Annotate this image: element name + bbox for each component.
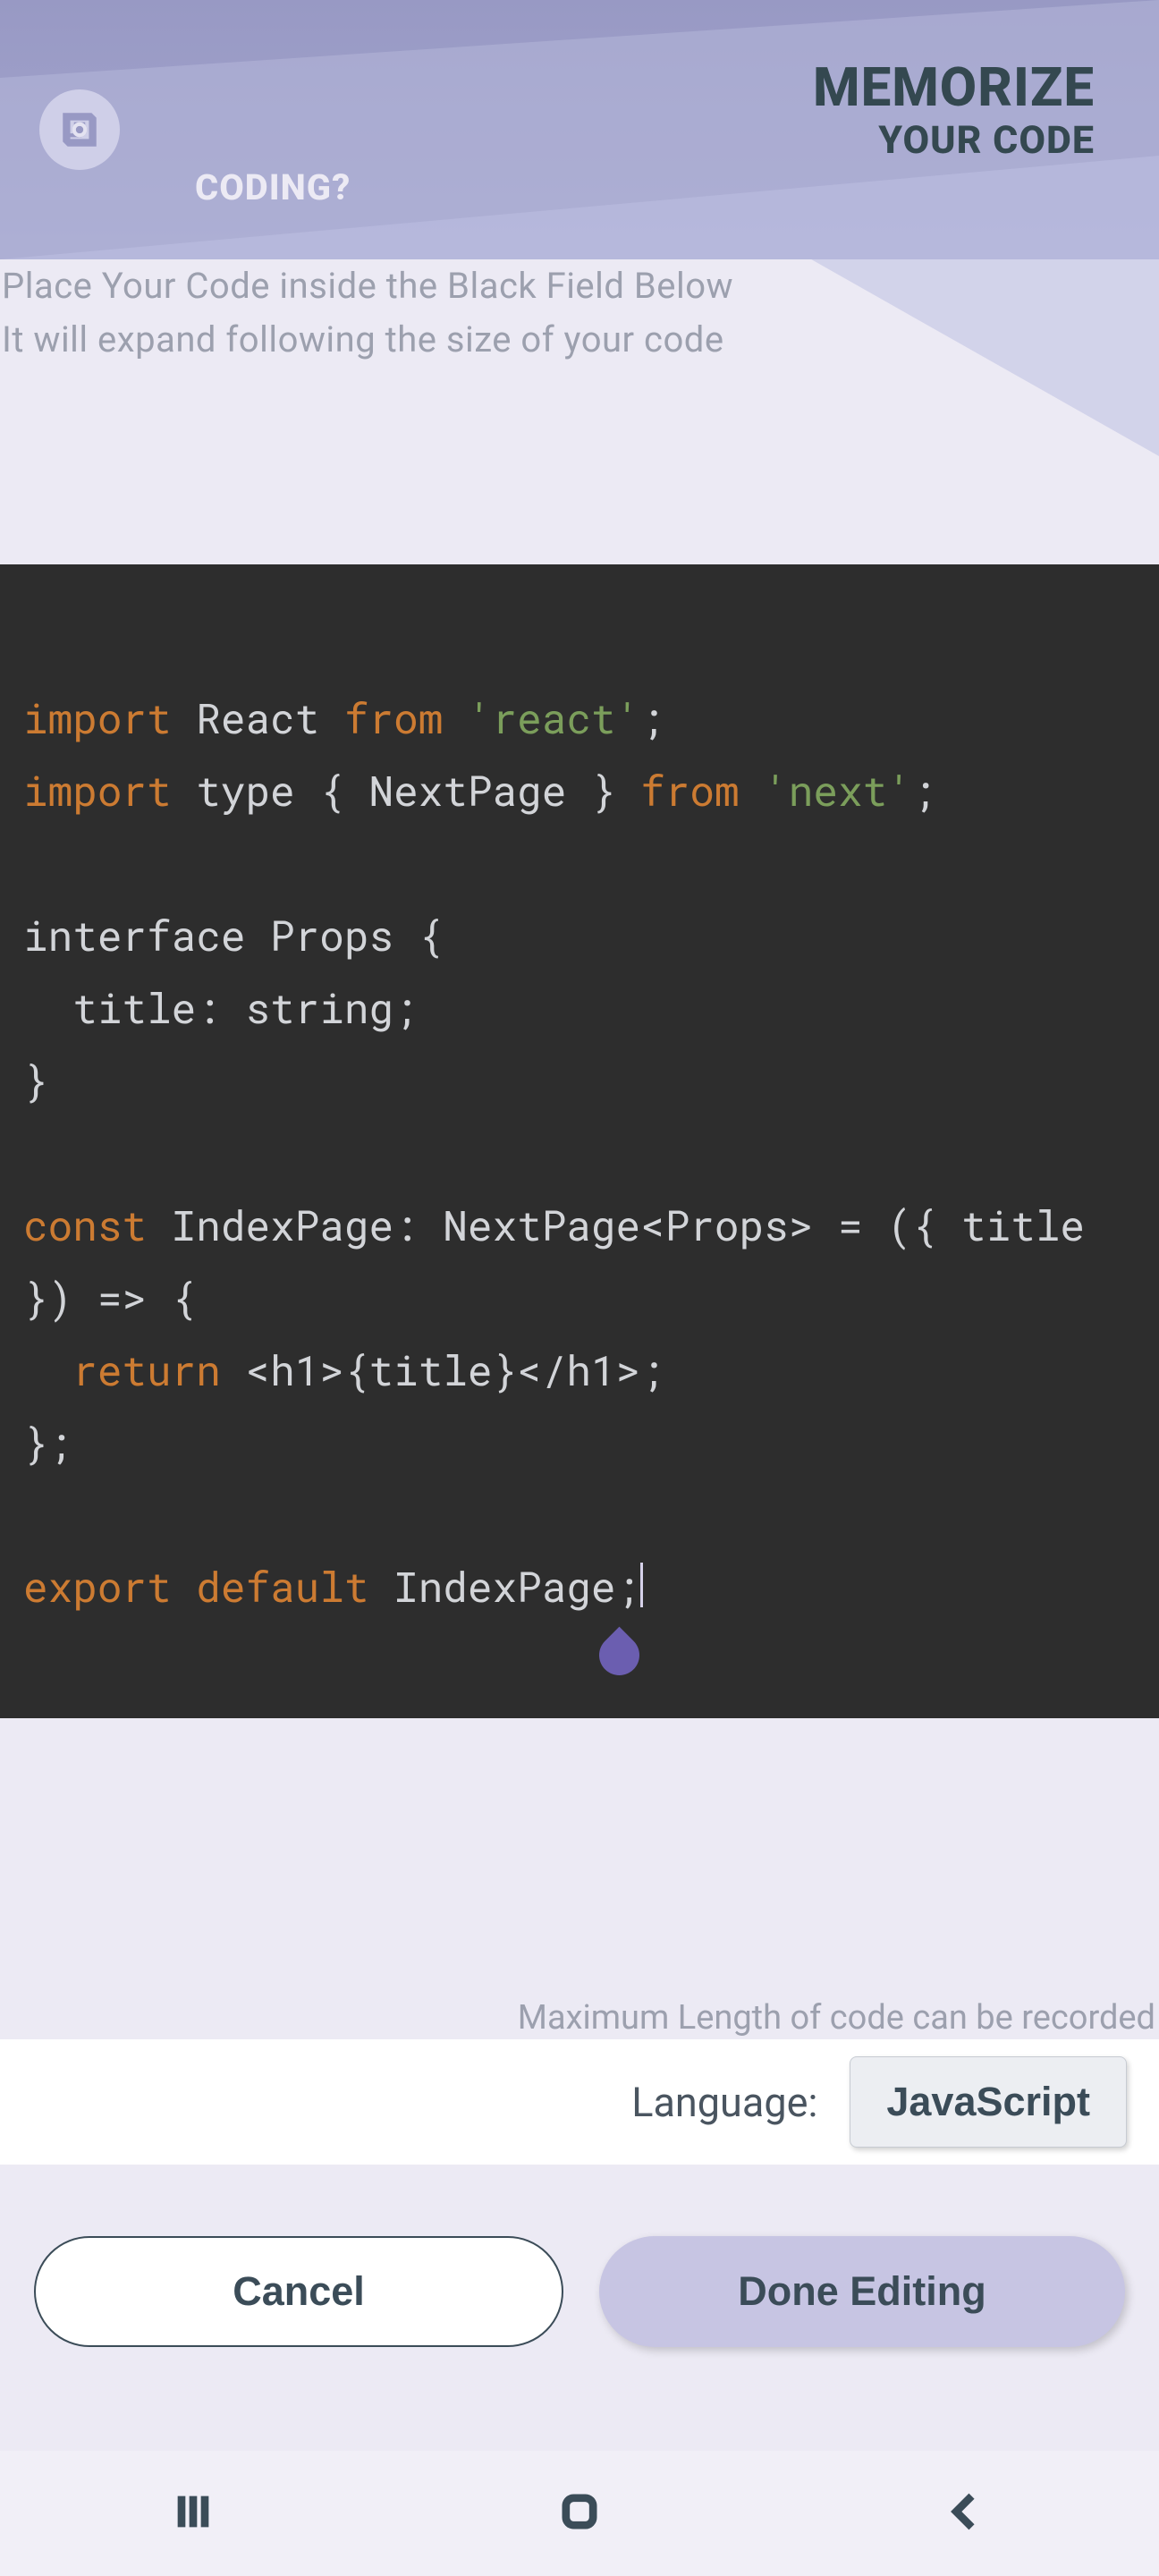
cancel-button[interactable]: Cancel — [34, 2236, 563, 2347]
app-logo-icon — [39, 89, 120, 170]
code-editor[interactable]: import React from 'react'; import type {… — [0, 564, 1159, 1718]
instruction-line2: It will expand following the size of you… — [2, 313, 733, 367]
app-header: CODING? MEMORIZE YOUR CODE — [0, 0, 1159, 259]
header-title-line1: MEMORIZE — [813, 55, 1095, 119]
done-editing-button[interactable]: Done Editing — [599, 2236, 1125, 2347]
max-length-note: Maximum Length of code can be recorded — [518, 1998, 1155, 2038]
language-row: Language: JavaScript — [0, 2039, 1159, 2165]
action-button-row: Cancel Done Editing — [0, 2236, 1159, 2347]
header-title-line2: YOUR CODE — [878, 118, 1095, 163]
brand-question: CODING? — [195, 166, 351, 208]
home-icon[interactable] — [556, 2488, 603, 2538]
instruction-line1: Place Your Code inside the Black Field B… — [2, 259, 733, 313]
language-select-button[interactable]: JavaScript — [850, 2056, 1127, 2148]
instruction-text: Place Your Code inside the Black Field B… — [0, 259, 733, 367]
system-nav-bar — [0, 2451, 1159, 2576]
recent-apps-icon[interactable] — [170, 2488, 216, 2538]
language-label: Language: — [631, 2079, 817, 2126]
back-icon[interactable] — [943, 2488, 989, 2538]
